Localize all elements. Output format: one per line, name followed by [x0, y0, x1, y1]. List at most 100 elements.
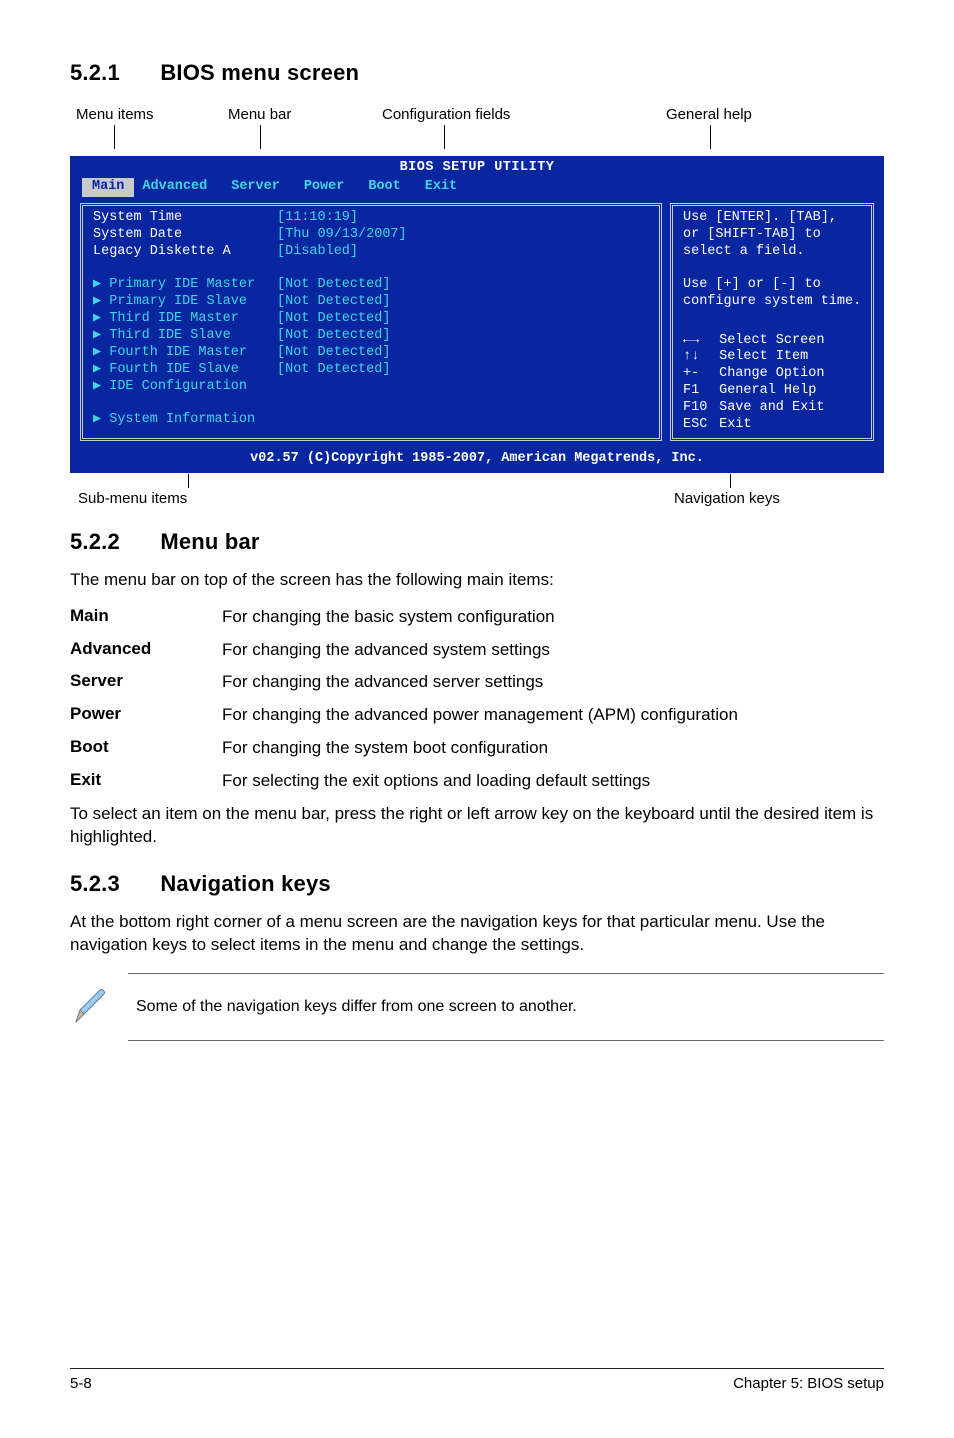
bios-field-value[interactable]: [Not Detected] — [277, 362, 649, 379]
triangle-icon: ▶ — [93, 277, 109, 292]
menubar-row: AdvancedFor changing the advanced system… — [70, 639, 884, 662]
triangle-icon: ▶ — [93, 345, 109, 360]
bios-field-value[interactable]: [Not Detected] — [277, 277, 649, 294]
menubar-row: ExitFor selecting the exit options and l… — [70, 770, 884, 793]
bios-values-col: [11:10:19][Thu 09/13/2007][Disabled] [No… — [277, 210, 649, 434]
bios-field-value[interactable]: [Thu 09/13/2007] — [277, 227, 649, 244]
menubar-item-name: Main — [70, 606, 222, 629]
heading-title: Navigation keys — [160, 871, 331, 896]
menubar-item-desc: For selecting the exit options and loadi… — [222, 770, 884, 793]
bios-navkey-line: ←→ Select Screen — [683, 333, 861, 350]
bios-bottom-callouts: Sub-menu items Navigation keys — [70, 473, 884, 507]
menubar-item-name: Boot — [70, 737, 222, 760]
bios-copyright: v02.57 (C)Copyright 1985-2007, American … — [72, 449, 882, 471]
bios-tab-boot[interactable]: Boot — [360, 178, 416, 197]
menubar-row: ServerFor changing the advanced server s… — [70, 671, 884, 694]
page-number: 5-8 — [70, 1375, 92, 1392]
bios-submenu-item[interactable]: ▶ Fourth IDE Slave — [93, 362, 277, 379]
bios-tab-server[interactable]: Server — [223, 178, 296, 197]
bios-screen: BIOS SETUP UTILITY Main Advanced Server … — [70, 156, 884, 473]
menubar-item-name: Server — [70, 671, 222, 694]
bios-tab-exit[interactable]: Exit — [417, 178, 473, 197]
triangle-icon: ▶ — [93, 412, 109, 427]
bios-submenu-item[interactable]: ▶ IDE Configuration — [93, 379, 277, 396]
menubar-item-desc: For changing the basic system configurat… — [222, 606, 884, 629]
bios-top-callouts: Menu items Menu bar Configuration fields… — [70, 106, 884, 156]
bios-help-line: Use [ENTER]. [TAB], — [683, 210, 861, 227]
heading-number: 5.2.2 — [70, 529, 154, 555]
heading-number: 5.2.1 — [70, 60, 154, 86]
menubar-intro: The menu bar on top of the screen has th… — [70, 569, 884, 592]
bios-tab-main[interactable]: Main — [82, 178, 134, 197]
bios-tab-advanced[interactable]: Advanced — [134, 178, 223, 197]
bios-submenu-item[interactable]: ▶ System Information — [93, 412, 277, 429]
heading-title: Menu bar — [160, 529, 259, 554]
menubar-list: MainFor changing the basic system config… — [70, 606, 884, 794]
callout-menu-bar: Menu bar — [228, 106, 291, 123]
triangle-icon: ▶ — [93, 379, 109, 394]
page-footer: 5-8 Chapter 5: BIOS setup — [70, 1368, 884, 1392]
menubar-row: BootFor changing the system boot configu… — [70, 737, 884, 760]
menubar-row: MainFor changing the basic system config… — [70, 606, 884, 629]
bios-navkey-line: F1 General Help — [683, 383, 861, 400]
bios-help-line: configure system time. — [683, 294, 861, 311]
bios-field-value[interactable]: [Not Detected] — [277, 311, 649, 328]
triangle-icon: ▶ — [93, 362, 109, 377]
heading-521: 5.2.1 BIOS menu screen — [70, 60, 884, 86]
menubar-item-desc: For changing the system boot configurati… — [222, 737, 884, 760]
bios-field-label[interactable]: System Time — [93, 210, 277, 227]
bios-help-line: or [SHIFT-TAB] to — [683, 227, 861, 244]
callout-navkeys: Navigation keys — [674, 490, 780, 507]
bios-submenu-item[interactable]: ▶ Fourth IDE Master — [93, 345, 277, 362]
triangle-icon: ▶ — [93, 294, 109, 309]
bios-field-label[interactable]: System Date — [93, 227, 277, 244]
bios-title: BIOS SETUP UTILITY — [72, 158, 882, 178]
bios-field-value[interactable]: [Not Detected] — [277, 328, 649, 345]
menubar-row: PowerFor changing the advanced power man… — [70, 704, 884, 727]
bios-menu-bar: Main Advanced Server Power Boot Exit — [72, 178, 882, 199]
bios-submenu-item[interactable]: ▶ Primary IDE Master — [93, 277, 277, 294]
bios-field-value[interactable]: [Not Detected] — [277, 345, 649, 362]
callout-config-fields: Configuration fields — [382, 106, 510, 123]
menubar-outro: To select an item on the menu bar, press… — [70, 803, 884, 849]
bios-field-value[interactable]: [Not Detected] — [277, 294, 649, 311]
bios-navkey-line: ESC Exit — [683, 417, 861, 434]
bios-submenu-item[interactable]: ▶ Third IDE Slave — [93, 328, 277, 345]
menubar-item-name: Exit — [70, 770, 222, 793]
heading-523: 5.2.3 Navigation keys — [70, 871, 884, 897]
note-text: Some of the navigation keys differ from … — [136, 998, 577, 1016]
menubar-item-desc: For changing the advanced system setting… — [222, 639, 884, 662]
heading-title: BIOS menu screen — [160, 60, 359, 85]
bios-submenu-item[interactable]: ▶ Primary IDE Slave — [93, 294, 277, 311]
menubar-item-desc: For changing the advanced server setting… — [222, 671, 884, 694]
bios-nav-keys: ←→ Select Screen↑↓ Select Item+- Change … — [683, 333, 861, 434]
bios-tab-power[interactable]: Power — [296, 178, 361, 197]
bios-main-pane: System TimeSystem DateLegacy Diskette A … — [80, 203, 662, 441]
triangle-icon: ▶ — [93, 328, 109, 343]
bios-help-line: select a field. — [683, 244, 861, 261]
navkeys-body: At the bottom right corner of a menu scr… — [70, 911, 884, 957]
callout-submenu: Sub-menu items — [78, 490, 187, 507]
pencil-icon — [70, 986, 112, 1028]
heading-522: 5.2.2 Menu bar — [70, 529, 884, 555]
bios-help-pane: Use [ENTER]. [TAB],or [SHIFT-TAB] tosele… — [670, 203, 874, 441]
bios-help-line — [683, 260, 861, 277]
bios-navkey-line: F10 Save and Exit — [683, 400, 861, 417]
menubar-item-name: Advanced — [70, 639, 222, 662]
callout-general-help: General help — [666, 106, 752, 123]
bios-navkey-line: ↑↓ Select Item — [683, 349, 861, 366]
bios-submenu-item[interactable]: ▶ Third IDE Master — [93, 311, 277, 328]
bios-field-value[interactable] — [277, 260, 649, 277]
triangle-icon: ▶ — [93, 311, 109, 326]
bios-field-value[interactable]: [11:10:19] — [277, 210, 649, 227]
menubar-item-name: Power — [70, 704, 222, 727]
chapter-label: Chapter 5: BIOS setup — [733, 1375, 884, 1392]
bios-field-value[interactable]: [Disabled] — [277, 244, 649, 261]
heading-number: 5.2.3 — [70, 871, 154, 897]
bios-help-line: Use [+] or [-] to — [683, 277, 861, 294]
callout-menu-items: Menu items — [76, 106, 154, 123]
menubar-item-desc: For changing the advanced power manageme… — [222, 704, 884, 727]
note-box: Some of the navigation keys differ from … — [128, 973, 884, 1041]
bios-labels-col: System TimeSystem DateLegacy Diskette A … — [93, 210, 277, 434]
bios-field-label[interactable]: Legacy Diskette A — [93, 244, 277, 261]
